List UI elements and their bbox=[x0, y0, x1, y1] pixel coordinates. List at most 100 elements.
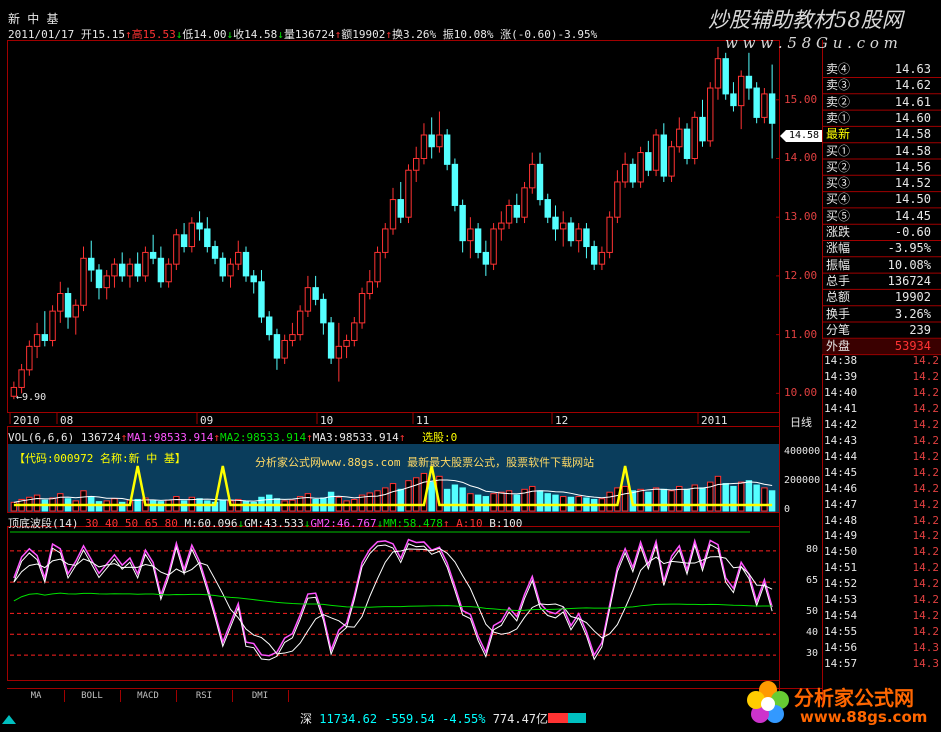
candle-body bbox=[196, 222, 203, 230]
volume-bar bbox=[443, 488, 451, 512]
latest-price-value: 14.58 bbox=[894, 127, 931, 142]
candle-body bbox=[95, 269, 103, 289]
tick-time: 14:52 bbox=[824, 577, 858, 591]
stat-row-value: -3.95% bbox=[887, 241, 931, 256]
volume-bar bbox=[753, 484, 760, 512]
tick-price: 14.2 bbox=[912, 481, 940, 495]
candle-body bbox=[173, 234, 180, 265]
candle bbox=[413, 146, 420, 182]
tab-dmi[interactable]: DMI bbox=[232, 690, 289, 702]
time-tick: 09 bbox=[200, 414, 214, 427]
candle-body bbox=[343, 339, 350, 347]
advance-bar bbox=[548, 713, 568, 723]
time-tick: 2010 bbox=[13, 414, 40, 427]
candle bbox=[683, 123, 691, 165]
sell-level-value: 14.61 bbox=[894, 94, 931, 109]
tab-boll[interactable]: BOLL bbox=[64, 690, 121, 702]
candle bbox=[529, 152, 536, 194]
buy-level: 买③ 14.52 bbox=[822, 176, 941, 191]
candle-body bbox=[513, 204, 521, 218]
volume-bar bbox=[80, 490, 87, 512]
candle-body bbox=[242, 251, 250, 277]
candle-body bbox=[389, 199, 397, 230]
candle-body bbox=[606, 216, 613, 253]
tab-macd[interactable]: MACD bbox=[120, 690, 177, 702]
decline-bar bbox=[568, 713, 586, 723]
candle-body bbox=[730, 93, 737, 107]
candle bbox=[180, 223, 188, 253]
candle bbox=[699, 99, 706, 147]
brand-name: 分析家公式网 bbox=[794, 686, 914, 710]
header-open: 15.15 bbox=[91, 28, 125, 41]
volume-bar bbox=[761, 487, 768, 512]
volume-bar bbox=[737, 481, 745, 512]
tab-ma[interactable]: MA bbox=[8, 690, 65, 702]
candle bbox=[560, 211, 567, 247]
volume-bar bbox=[745, 480, 753, 512]
price-tick: 12.00 bbox=[784, 268, 818, 282]
candle bbox=[188, 217, 196, 253]
tick-row: 14:48 14.2 bbox=[824, 514, 941, 528]
tick-price: 14.2 bbox=[912, 545, 940, 559]
candle bbox=[126, 258, 134, 288]
candle-body bbox=[227, 263, 234, 277]
stat-row: 外盘 53934 bbox=[822, 339, 941, 355]
volume-bar bbox=[637, 488, 644, 512]
status-arrow-icon[interactable] bbox=[0, 712, 18, 726]
sell-level: 卖② 14.61 bbox=[822, 95, 941, 110]
volume-tick: 400000 bbox=[784, 446, 821, 458]
stat-row-label: 总手 bbox=[826, 273, 851, 288]
market-index: 深 11734.62 -559.54 -4.55% 774.47亿 bbox=[300, 712, 549, 726]
candle bbox=[761, 88, 768, 124]
candle bbox=[157, 246, 165, 288]
candle-body bbox=[180, 234, 188, 248]
candle-body bbox=[49, 310, 56, 341]
header-amount: 19902 bbox=[352, 28, 386, 41]
candle-body bbox=[289, 334, 296, 341]
candle bbox=[320, 293, 327, 335]
tab-rsi[interactable]: RSI bbox=[176, 690, 233, 702]
candle bbox=[95, 264, 103, 300]
candle bbox=[335, 322, 343, 382]
indicator-tick: 65 bbox=[806, 575, 819, 587]
candle-body bbox=[583, 228, 590, 248]
volume-bar bbox=[405, 480, 412, 512]
volume-bar bbox=[699, 487, 706, 512]
volume-header: VOL(6,6,6) 136724↑MA1:98533.914↑MA2:9853… bbox=[8, 431, 458, 444]
candle bbox=[691, 111, 698, 165]
candle bbox=[436, 111, 443, 153]
candle-body bbox=[637, 152, 644, 183]
chart-canvas bbox=[7, 40, 941, 708]
candle bbox=[374, 246, 381, 288]
candle-body bbox=[103, 275, 110, 289]
candle bbox=[707, 82, 714, 147]
candle-body bbox=[413, 157, 420, 171]
candle-body bbox=[126, 263, 134, 277]
tick-price: 14.2 bbox=[912, 561, 940, 575]
candle bbox=[420, 123, 428, 165]
candle-body bbox=[281, 339, 288, 359]
tick-time: 14:43 bbox=[824, 433, 858, 447]
candle-body bbox=[188, 222, 196, 248]
candle bbox=[134, 252, 141, 282]
indicator-tick: 80 bbox=[806, 543, 819, 555]
buy-level: 买⑤ 14.45 bbox=[822, 209, 941, 224]
candle-body bbox=[351, 322, 358, 341]
candle-body bbox=[714, 58, 722, 89]
volume-bar bbox=[157, 501, 165, 512]
sell-level: 卖① 14.60 bbox=[822, 111, 941, 126]
candle-body bbox=[204, 228, 211, 248]
candle-body bbox=[149, 251, 157, 259]
buy-level-label: 买① bbox=[826, 143, 851, 158]
buy-level: 买① 14.58 bbox=[822, 144, 941, 159]
candle bbox=[405, 164, 412, 224]
candle bbox=[652, 129, 660, 177]
volume-bar bbox=[327, 491, 335, 512]
stat-row: 振幅 10.08% bbox=[822, 258, 941, 273]
candle-body bbox=[26, 345, 33, 371]
volume-bar bbox=[374, 490, 381, 512]
volume-bar bbox=[676, 485, 683, 512]
candle bbox=[714, 46, 722, 100]
candle-body bbox=[459, 204, 466, 242]
candle bbox=[629, 158, 637, 188]
